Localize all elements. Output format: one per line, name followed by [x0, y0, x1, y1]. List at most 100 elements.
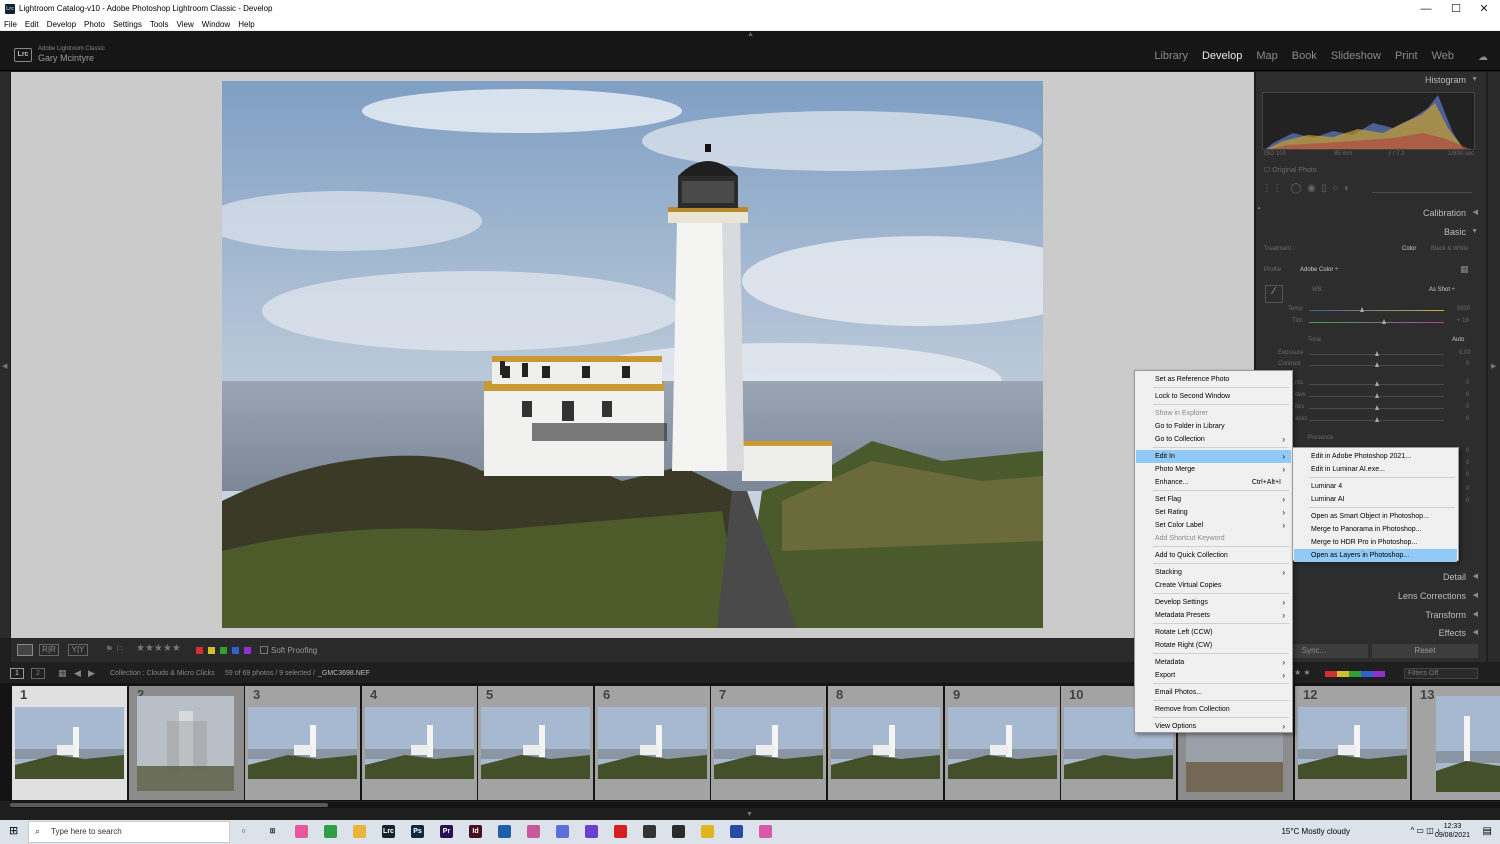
- menu-help[interactable]: Help: [238, 19, 254, 31]
- app-aperture-icon[interactable]: [643, 825, 656, 838]
- menu-photo[interactable]: Photo: [84, 19, 105, 31]
- chrome-icon[interactable]: [324, 825, 337, 838]
- profile-dropdown[interactable]: Adobe Color ÷: [1300, 267, 1338, 273]
- filters-dropdown[interactable]: Filters Off: [1404, 668, 1478, 679]
- module-develop[interactable]: Develop: [1202, 50, 1242, 62]
- color-label-purple[interactable]: [244, 647, 251, 654]
- original-photo-checkbox[interactable]: ☐ Original Photo: [1264, 166, 1317, 174]
- submenu-item[interactable]: Luminar 4: [1294, 480, 1457, 493]
- submenu-item[interactable]: Merge to Panorama in Photoshop...: [1294, 523, 1457, 536]
- menu-view[interactable]: View: [177, 19, 194, 31]
- messenger-icon[interactable]: [759, 825, 772, 838]
- whites-value[interactable]: 0: [1466, 404, 1469, 410]
- lightroom-icon[interactable]: Lrc: [382, 825, 395, 838]
- context-menu-item[interactable]: Rotate Left (CCW): [1136, 626, 1291, 639]
- histogram-header[interactable]: Histogram ▼: [1258, 71, 1484, 89]
- filmstrip-cell[interactable]: 7: [711, 686, 826, 800]
- weather-widget[interactable]: 15°C Mostly cloudy: [1281, 827, 1350, 836]
- dehaze-value[interactable]: 0: [1466, 472, 1469, 478]
- file-explorer-icon[interactable]: [353, 825, 366, 838]
- app-frame-icon[interactable]: [672, 825, 685, 838]
- submenu-item[interactable]: Merge to HDR Pro in Photoshop...: [1294, 536, 1457, 549]
- module-map[interactable]: Map: [1256, 50, 1277, 62]
- context-menu-item[interactable]: Export ›: [1136, 669, 1291, 682]
- texture-value[interactable]: 0: [1466, 448, 1469, 454]
- color-label-blue[interactable]: [232, 647, 239, 654]
- filmstrip-cell[interactable]: 4: [362, 686, 477, 800]
- main-photo[interactable]: [222, 81, 1043, 628]
- context-menu-item[interactable]: Go to Collection ›: [1136, 433, 1291, 446]
- filter-stars[interactable]: ★ ★: [1294, 668, 1311, 677]
- app-circle-icon[interactable]: [585, 825, 598, 838]
- top-panel-toggle-icon[interactable]: ▲: [747, 31, 754, 38]
- taskbar-search-input[interactable]: Type here to search: [28, 821, 230, 843]
- app-brain-icon[interactable]: [527, 825, 540, 838]
- vibrance-value[interactable]: 0: [1466, 486, 1469, 492]
- creative-cloud-icon[interactable]: ☁: [1478, 52, 1492, 63]
- temp-value[interactable]: 5900: [1457, 306, 1470, 312]
- bottom-panel-toggle-icon[interactable]: ▼: [746, 811, 753, 818]
- task-view-icon[interactable]: ○: [237, 825, 250, 838]
- affinity-icon[interactable]: [730, 825, 743, 838]
- forward-arrow-icon[interactable]: ▶: [88, 668, 95, 679]
- menu-file[interactable]: File: [4, 19, 17, 31]
- context-menu-item[interactable]: Develop Settings ›: [1136, 596, 1291, 609]
- tint-value[interactable]: + 18: [1457, 318, 1469, 324]
- filmstrip-cell[interactable]: 5: [478, 686, 593, 800]
- second-window-button[interactable]: 2: [31, 668, 45, 679]
- filmstrip-scroll-thumb[interactable]: [10, 803, 328, 807]
- module-slideshow[interactable]: Slideshow: [1331, 50, 1381, 62]
- module-library[interactable]: Library: [1154, 50, 1188, 62]
- right-panel-strip[interactable]: ▶: [1488, 72, 1500, 662]
- module-book[interactable]: Book: [1292, 50, 1317, 62]
- minimize-icon[interactable]: —: [1412, 1, 1440, 17]
- color-label-green[interactable]: [220, 647, 227, 654]
- redeye-icon[interactable]: ◉: [1307, 183, 1316, 194]
- current-filename[interactable]: _GMC3698.NEF: [318, 670, 370, 677]
- crop-icon[interactable]: ⋮⋮: [1262, 183, 1282, 194]
- treatment-bw[interactable]: Black & White: [1431, 246, 1468, 252]
- collection-name[interactable]: Collection : Clouds & Micro Clicks: [110, 670, 215, 677]
- context-menu-item[interactable]: Add to Quick Collection: [1136, 549, 1291, 562]
- graduated-filter-icon[interactable]: ▯: [1321, 183, 1327, 194]
- context-menu-item[interactable]: View Options ›: [1136, 720, 1291, 733]
- menu-settings[interactable]: Settings: [113, 19, 142, 31]
- app-gear-icon[interactable]: [556, 825, 569, 838]
- saturation-value[interactable]: 0: [1466, 498, 1469, 504]
- wb-eyedropper-icon[interactable]: ⁄: [1265, 285, 1283, 303]
- shadows-value[interactable]: 0: [1466, 392, 1469, 398]
- context-menu-item[interactable]: Remove from Collection: [1136, 703, 1291, 716]
- submenu-item[interactable]: Edit in Luminar AI.exe...: [1294, 463, 1457, 476]
- menu-edit[interactable]: Edit: [25, 19, 39, 31]
- color-label-yellow[interactable]: [208, 647, 215, 654]
- loupe-view-icon[interactable]: [17, 644, 33, 656]
- filter-color-labels[interactable]: [1325, 671, 1385, 677]
- contrast-value[interactable]: 0: [1466, 361, 1469, 367]
- filmstrip-cell[interactable]: 8: [828, 686, 943, 800]
- before-after-icon[interactable]: R|R: [39, 644, 59, 656]
- clarity-value[interactable]: 0: [1466, 460, 1469, 466]
- context-menu-item[interactable]: Metadata Presets ›: [1136, 609, 1291, 622]
- acrobat-icon[interactable]: [614, 825, 627, 838]
- soft-proofing-checkbox[interactable]: [260, 646, 268, 654]
- brush-icon[interactable]: ◐: [1344, 183, 1350, 194]
- blacks-value[interactable]: 0: [1466, 416, 1469, 422]
- calibration-header[interactable]: Calibration ◀: [1258, 204, 1484, 222]
- back-arrow-icon[interactable]: ◀: [74, 668, 81, 679]
- basic-header[interactable]: Basic ▼: [1258, 223, 1484, 241]
- spot-removal-icon[interactable]: ◯: [1290, 183, 1301, 194]
- photos-app-icon[interactable]: [295, 825, 308, 838]
- widgets-icon[interactable]: ⊞: [266, 825, 279, 838]
- maximize-icon[interactable]: ☐: [1442, 1, 1470, 17]
- filmstrip-cell[interactable]: 3: [245, 686, 360, 800]
- submenu-item[interactable]: Open as Layers in Photoshop...: [1294, 549, 1457, 562]
- app-cube-icon[interactable]: [498, 825, 511, 838]
- left-panel-strip[interactable]: ◀: [0, 72, 10, 638]
- context-menu-item[interactable]: Create Virtual Copies: [1136, 579, 1291, 592]
- photoshop-icon[interactable]: Ps: [411, 825, 424, 838]
- grid-view-icon[interactable]: ▦: [58, 668, 67, 679]
- before-after-toggle-icon[interactable]: Y|Y: [68, 644, 88, 656]
- context-menu-item[interactable]: Stacking ›: [1136, 566, 1291, 579]
- star-rating[interactable]: ★★★★★: [136, 643, 181, 654]
- left-panel-toggle-icon[interactable]: ◀: [2, 362, 7, 370]
